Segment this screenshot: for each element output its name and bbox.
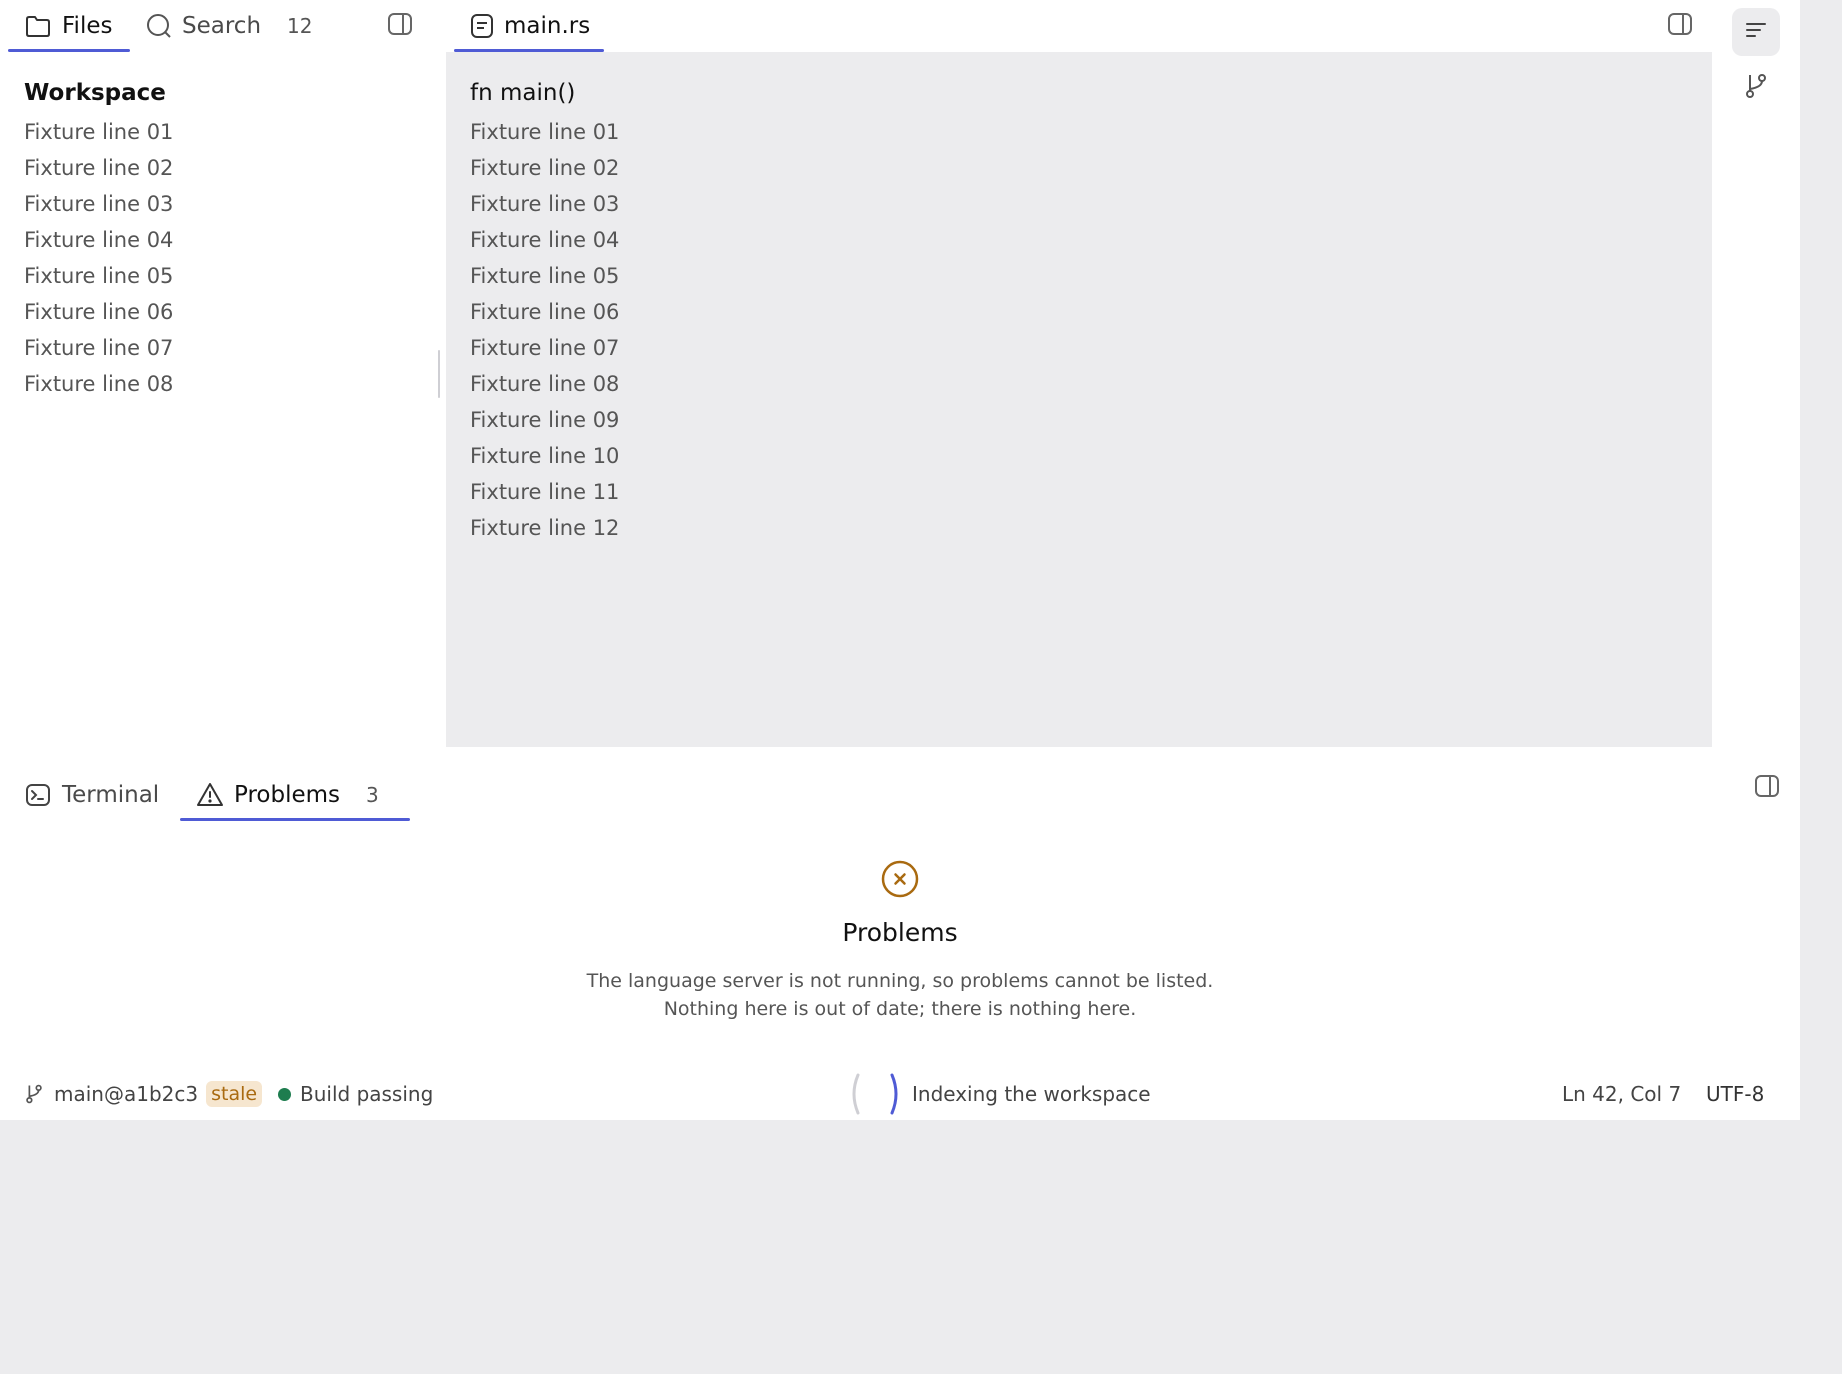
code-line: Fixture line 07	[470, 336, 620, 360]
empty-state-line-1: The language server is not running, so p…	[586, 970, 1214, 992]
file-icon	[470, 12, 494, 40]
toggle-sidebar-split-icon[interactable]	[387, 11, 413, 37]
problems-empty-state: Problems The language server is not runn…	[0, 859, 1800, 1023]
editor-tabbar: main.rs	[446, 0, 1712, 52]
tree-item[interactable]: Fixture line 08	[24, 366, 424, 402]
tree-item[interactable]: Fixture line 06	[24, 294, 424, 330]
source-control-button[interactable]	[1732, 64, 1780, 112]
search-count-badge: 12	[287, 14, 313, 38]
sidebar-resize-handle[interactable]	[438, 350, 440, 398]
code-line: Fixture line 08	[470, 372, 620, 396]
cursor-position-label: Ln 42, Col 7	[1562, 1082, 1682, 1106]
function-signature: fn main()	[470, 80, 576, 106]
indexing-label: Indexing the workspace	[912, 1082, 1151, 1106]
app-window: Files Search 12 Workspace Fixture line 0…	[0, 0, 1800, 1120]
branch-status[interactable]: main@a1b2c3 stale	[24, 1057, 263, 1131]
cursor-position[interactable]: Ln 42, Col 7	[1562, 1057, 1681, 1131]
encoding-status[interactable]: UTF-8	[1706, 1057, 1764, 1131]
tree-item[interactable]: Fixture line 03	[24, 186, 424, 222]
code-line: Fixture line 09	[470, 408, 620, 432]
outline-icon	[1745, 21, 1767, 43]
right-activity-rail	[1712, 0, 1800, 747]
code-content: fn main() Fixture line 01 Fixture line 0…	[470, 78, 619, 546]
tab-main-rs[interactable]: main.rs	[454, 0, 604, 52]
editor-tab-label: main.rs	[504, 13, 591, 39]
code-line: Fixture line 02	[470, 156, 620, 180]
file-tree: Workspace Fixture line 01 Fixture line 0…	[24, 78, 424, 402]
code-line: Fixture line 05	[470, 264, 620, 288]
build-status[interactable]: Build passing	[278, 1057, 433, 1131]
tree-item[interactable]: Fixture line 01	[24, 114, 424, 150]
tab-search-label: Search	[182, 13, 262, 39]
toggle-panel-split-icon[interactable]	[1754, 773, 1780, 799]
tab-problems[interactable]: Problems 3	[180, 769, 410, 821]
encoding-label: UTF-8	[1706, 1082, 1765, 1106]
warning-icon	[196, 781, 224, 809]
outline-button[interactable]	[1732, 8, 1780, 56]
problems-count-badge: 3	[366, 783, 379, 807]
empty-state-description: The language server is not running, so p…	[0, 967, 1800, 1023]
tab-problems-label: Problems	[234, 782, 341, 808]
code-line: Fixture line 11	[470, 480, 620, 504]
code-line: Fixture line 12	[470, 516, 620, 540]
tab-search[interactable]: Search 12	[130, 0, 320, 52]
code-line: Fixture line 03	[470, 192, 620, 216]
tree-item[interactable]: Fixture line 04	[24, 222, 424, 258]
code-line: Fixture line 04	[470, 228, 620, 252]
folder-icon	[24, 12, 52, 40]
stale-badge: stale	[206, 1081, 263, 1107]
split-editor-icon[interactable]	[1667, 11, 1693, 37]
sidebar-tabbar: Files Search 12	[8, 0, 320, 52]
tree-item[interactable]: Fixture line 07	[24, 330, 424, 366]
code-line: Fixture line 10	[470, 444, 620, 468]
branch-name: main@a1b2c3	[54, 1082, 199, 1106]
tab-terminal[interactable]: Terminal	[10, 769, 180, 821]
git-branch-icon	[24, 1084, 44, 1104]
panel-tabbar: Terminal Problems 3	[10, 769, 410, 821]
code-line: Fixture line 01	[470, 120, 620, 144]
build-status-label: Build passing	[300, 1082, 434, 1106]
empty-state-title: Problems	[842, 918, 958, 947]
tree-item[interactable]: Fixture line 02	[24, 150, 424, 186]
spinner-icon	[848, 1072, 904, 1116]
status-bar: main@a1b2c3 stale Build passing Indexing…	[0, 1057, 1800, 1120]
error-circle-icon	[880, 859, 920, 899]
terminal-icon	[24, 781, 52, 809]
tab-terminal-label: Terminal	[62, 782, 160, 808]
code-line: Fixture line 06	[470, 300, 620, 324]
build-status-dot	[278, 1087, 291, 1101]
indexing-status: Indexing the workspace	[848, 1057, 1151, 1131]
git-branch-icon	[1744, 73, 1768, 103]
tab-files[interactable]: Files	[8, 0, 130, 52]
tree-item[interactable]: Fixture line 05	[24, 258, 424, 294]
search-icon	[146, 12, 172, 40]
sidebar: Files Search 12 Workspace Fixture line 0…	[0, 0, 446, 747]
workspace-title: Workspace	[24, 80, 166, 106]
tab-files-label: Files	[62, 13, 113, 39]
empty-state-line-2: Nothing here is out of date; there is no…	[663, 998, 1137, 1020]
bottom-panel: Terminal Problems 3 Problems The languag…	[0, 747, 1800, 1057]
code-editor[interactable]: fn main() Fixture line 01 Fixture line 0…	[446, 52, 1712, 747]
